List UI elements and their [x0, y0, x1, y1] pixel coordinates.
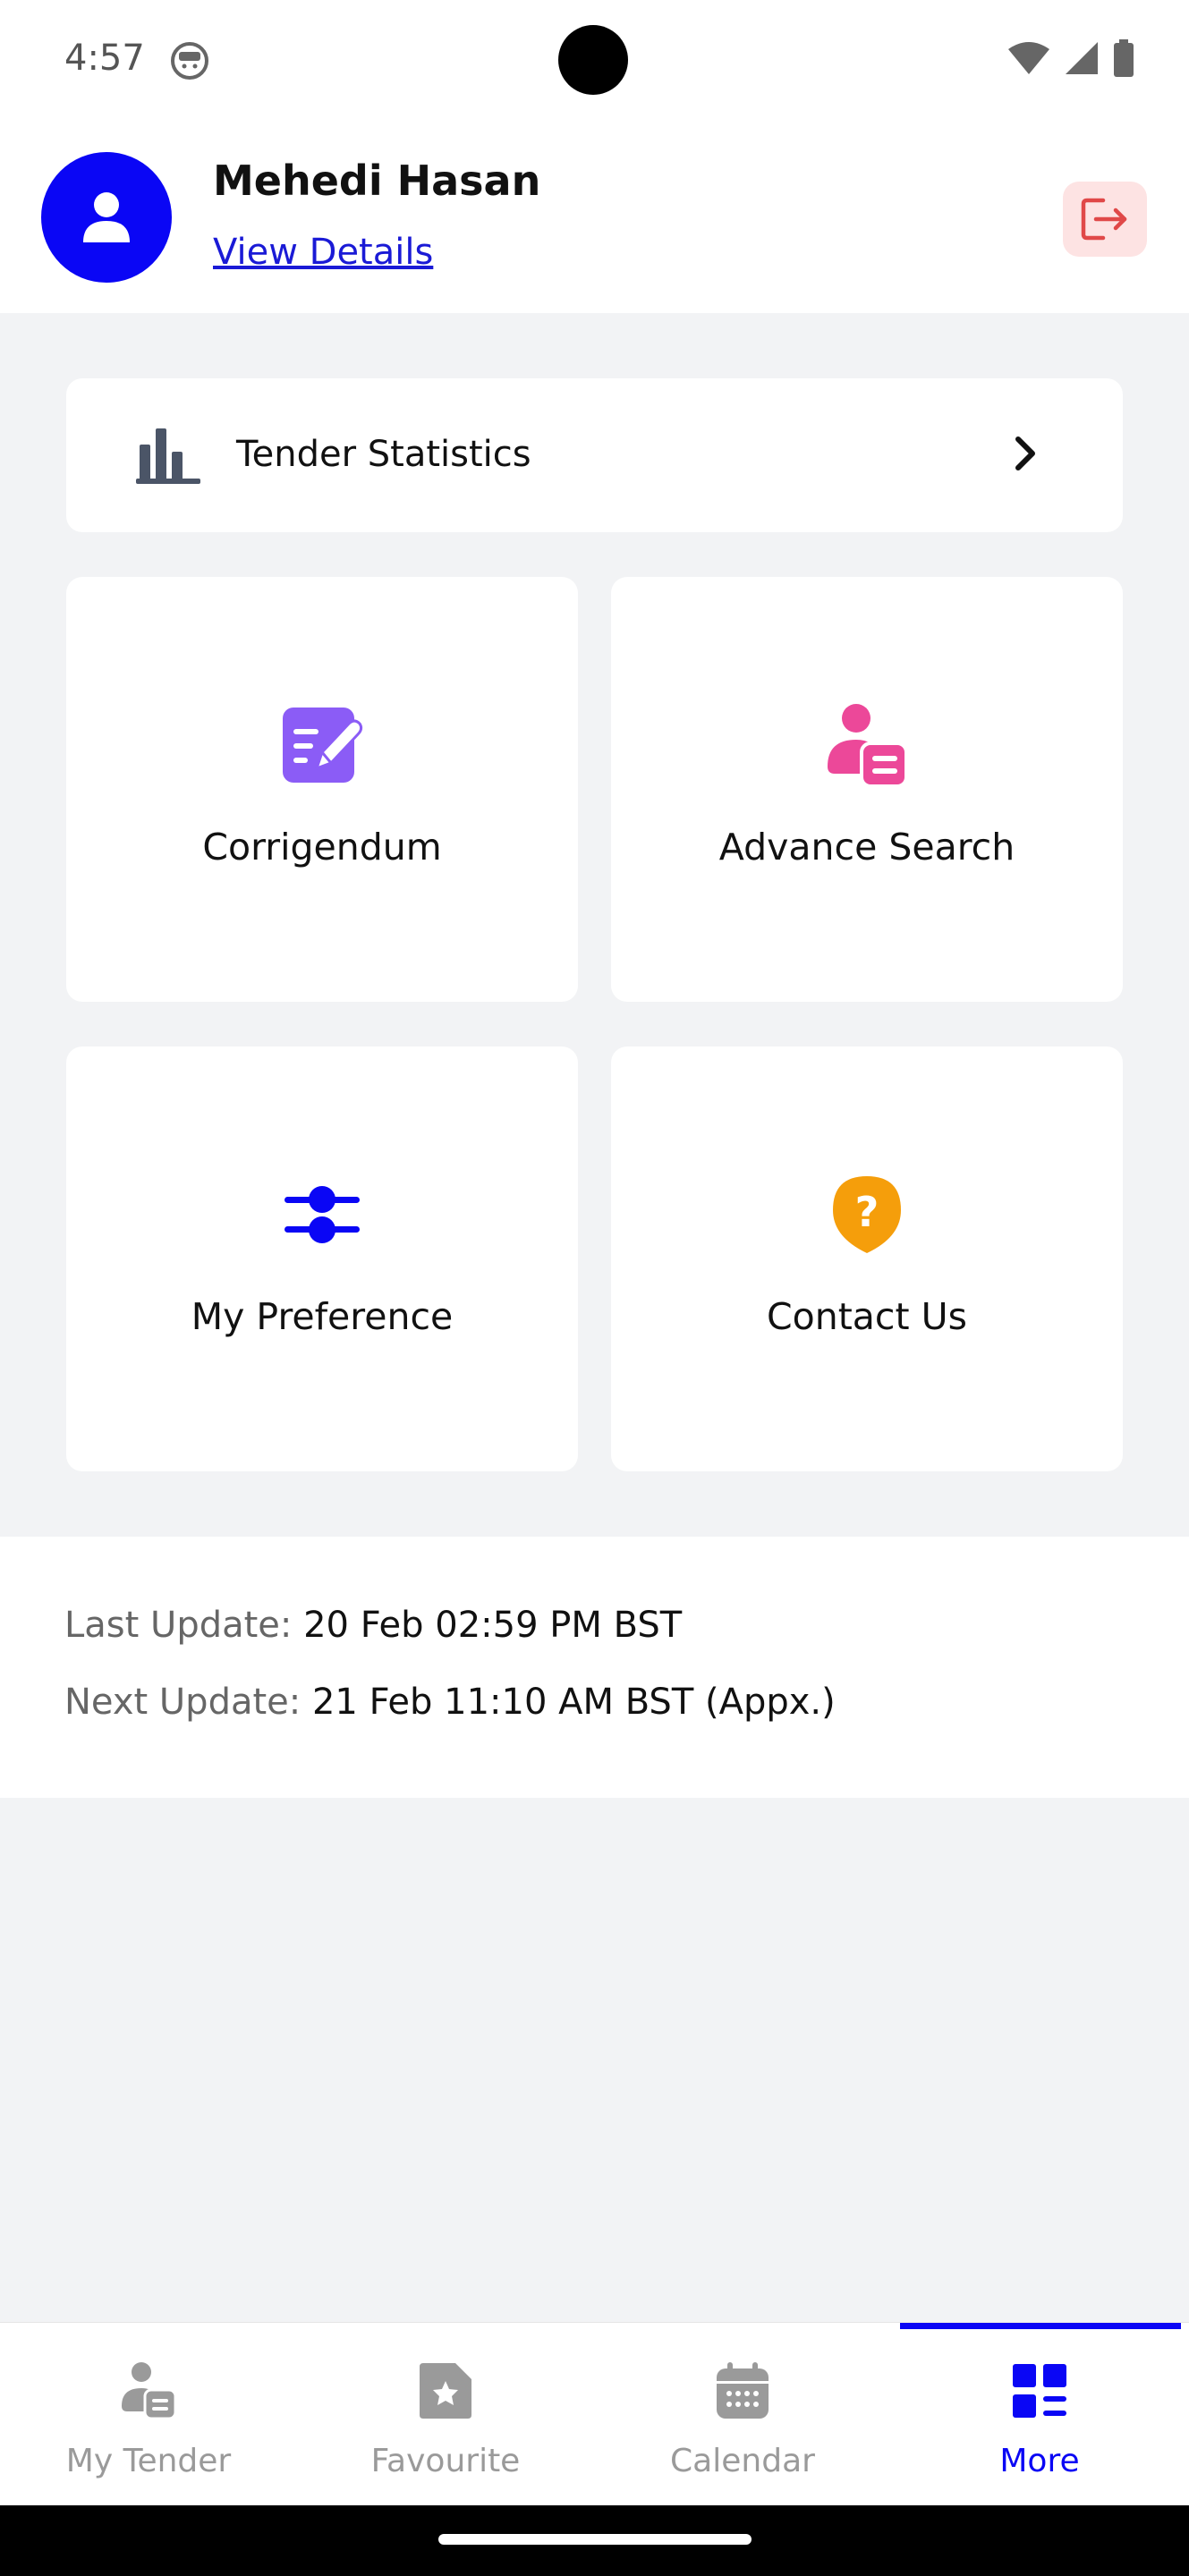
battery-icon [1114, 39, 1134, 77]
profile-header: Mehedi Hasan View Details [0, 121, 1189, 313]
logout-icon [1081, 198, 1127, 241]
logout-button[interactable] [1063, 182, 1147, 257]
status-time: 4:57 [64, 38, 145, 79]
tender-statistics-card[interactable]: Tender Statistics [66, 378, 1123, 532]
user-icon [83, 192, 130, 242]
bar-chart-icon [136, 428, 200, 484]
signal-icon [1066, 42, 1098, 74]
wifi-icon [1008, 42, 1049, 74]
nav-more[interactable]: More [891, 2323, 1188, 2506]
advance-search-label: Advance Search [718, 826, 1015, 869]
bottom-navigation: My Tender Favourite Calendar More [0, 2322, 1189, 2505]
nav-my-tender-label: My Tender [65, 2443, 232, 2479]
nav-calendar-label: Calendar [670, 2443, 815, 2479]
nav-calendar[interactable]: Calendar [594, 2323, 891, 2506]
chevron-right-icon [1015, 436, 1035, 470]
contact-us-label: Contact Us [767, 1295, 967, 1338]
star-document-icon [410, 2355, 481, 2427]
nav-favourite-label: Favourite [370, 2443, 521, 2479]
person-list-icon [113, 2355, 184, 2427]
notification-face-icon [171, 42, 208, 80]
contact-us-tile[interactable]: ? Contact Us [611, 1046, 1123, 1471]
edit-document-icon [279, 702, 365, 788]
avatar[interactable] [41, 152, 172, 283]
corrigendum-label: Corrigendum [202, 826, 442, 869]
last-update: Last Update: 20 Feb 02:59 PM BST [64, 1605, 682, 1646]
status-bar: 4:57 [0, 0, 1189, 121]
advance-search-tile[interactable]: Advance Search [611, 577, 1123, 1002]
camera-cutout [558, 25, 628, 95]
my-preference-label: My Preference [191, 1295, 454, 1338]
last-update-value: 20 Feb 02:59 PM BST [303, 1605, 683, 1646]
question-bubble-icon: ? [824, 1172, 910, 1258]
last-update-label: Last Update: [64, 1605, 293, 1646]
grid-more-icon [1004, 2355, 1075, 2427]
system-gesture-area [0, 2505, 1189, 2576]
nav-more-label: More [999, 2443, 1080, 2479]
view-details-link[interactable]: View Details [213, 232, 433, 273]
svg-text:?: ? [855, 1188, 879, 1236]
sliders-icon [279, 1172, 365, 1258]
tender-statistics-label: Tender Statistics [236, 434, 531, 475]
person-list-icon [824, 702, 910, 788]
status-icons [1006, 39, 1135, 77]
next-update: Next Update: 21 Feb 11:10 AM BST (Appx.) [64, 1682, 836, 1723]
my-preference-tile[interactable]: My Preference [66, 1046, 578, 1471]
user-name: Mehedi Hasan [213, 157, 541, 205]
calendar-icon [707, 2355, 778, 2427]
nav-favourite[interactable]: Favourite [297, 2323, 594, 2506]
next-update-value: 21 Feb 11:10 AM BST (Appx.) [311, 1682, 836, 1723]
next-update-label: Next Update: [64, 1682, 301, 1723]
nav-my-tender[interactable]: My Tender [0, 2323, 297, 2506]
home-gesture-handle[interactable] [438, 2534, 752, 2545]
update-info: Last Update: 20 Feb 02:59 PM BST Next Up… [0, 1537, 1189, 1798]
corrigendum-tile[interactable]: Corrigendum [66, 577, 578, 1002]
